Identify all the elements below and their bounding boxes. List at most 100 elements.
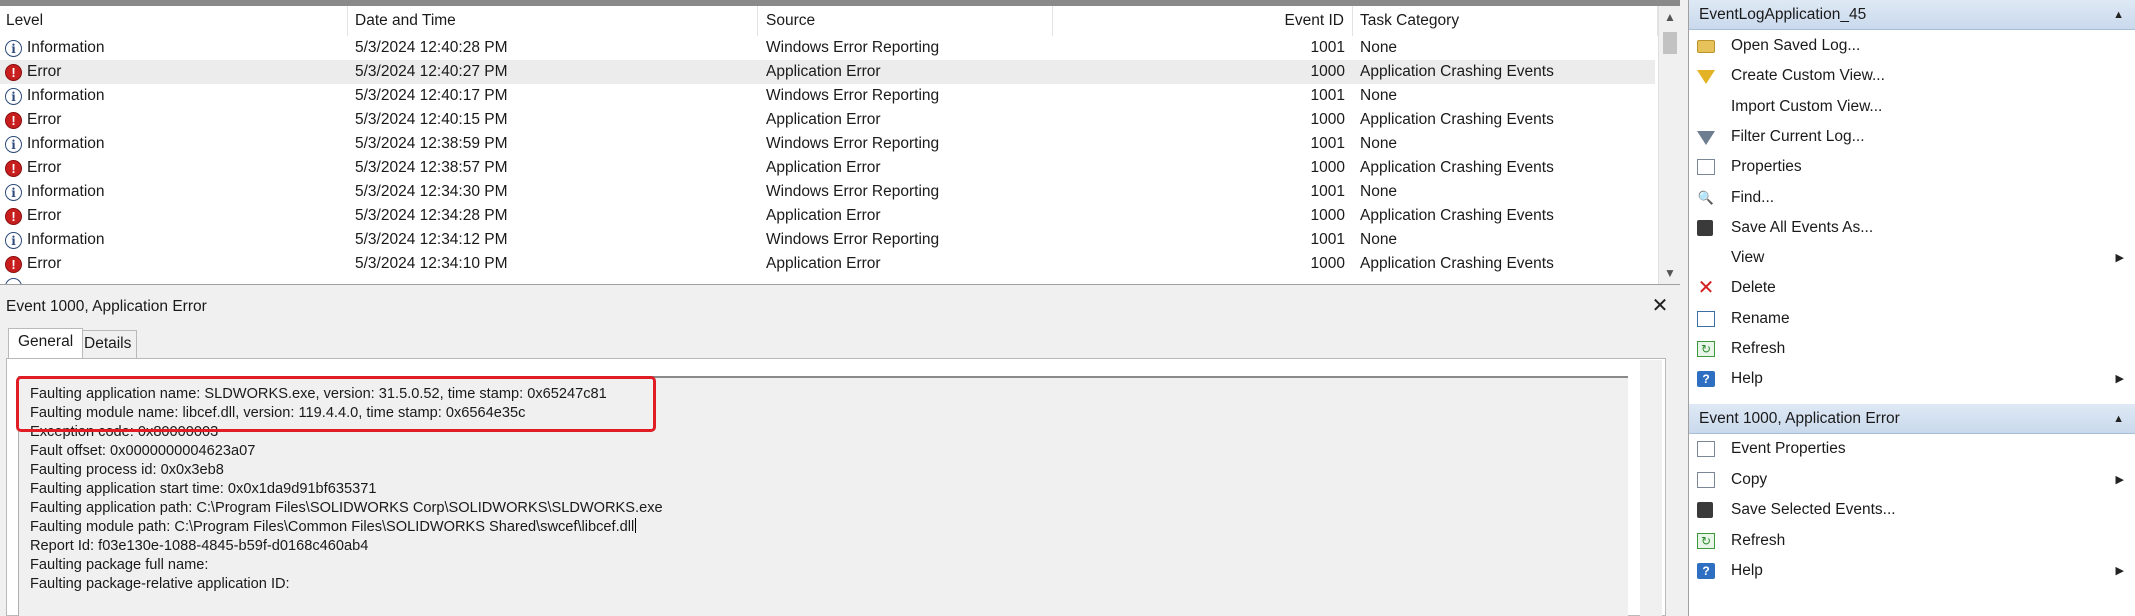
- action-rename[interactable]: Rename: [1689, 304, 2135, 334]
- scroll-up-icon[interactable]: ▲: [1659, 6, 1680, 28]
- tab-general[interactable]: General: [8, 328, 84, 358]
- table-row[interactable]: i Information 5/3/2024 12:34:30 PM Windows …: [0, 180, 1655, 204]
- highlight-box: [16, 376, 656, 432]
- scroll-thumb[interactable]: [1663, 32, 1677, 54]
- find-icon: 🔍: [1697, 189, 1715, 205]
- action-label: Help: [1731, 562, 1763, 579]
- description-line-text: Faulting module path: C:\Program Files\C…: [30, 519, 635, 535]
- refresh-icon: ↻: [1697, 341, 1715, 357]
- cell-source: Windows Error Reporting: [766, 183, 940, 200]
- action-label: Open Saved Log...: [1731, 37, 1861, 54]
- table-row[interactable]: i Information 5/3/2024 12:34:12 PM Windows …: [0, 228, 1655, 252]
- actions-section-log[interactable]: EventLogApplication_45 ▲: [1689, 0, 2135, 30]
- cell-date-time: 5/3/2024 12:40:28 PM: [355, 39, 508, 56]
- table-row[interactable]: ! Error 5/3/2024 12:40:27 PM Application Er…: [0, 60, 1655, 84]
- column-header-event-id[interactable]: Event ID: [1053, 6, 1353, 36]
- action-label: Rename: [1731, 309, 1790, 327]
- description-line: Report Id: f03e130e-1088-4845-b59f-d0168…: [30, 537, 663, 556]
- submenu-arrow-icon: ▶: [2115, 373, 2124, 386]
- cell-event-id: 1001: [1310, 135, 1345, 152]
- cell-date-time: 5/3/2024 12:38:59 PM: [355, 135, 508, 152]
- cell-date-time: 5/3/2024 12:40:17 PM: [355, 87, 508, 104]
- cell-level: Error: [27, 207, 62, 224]
- information-icon: i: [5, 40, 22, 57]
- event-list-scrollbar[interactable]: ▲ ▼: [1658, 6, 1680, 284]
- action-save-all-events-as[interactable]: Save All Events As...: [1689, 213, 2135, 243]
- action-label: Find...: [1731, 188, 1775, 206]
- cell-task-category: Application Crashing Events: [1360, 159, 1554, 176]
- table-row[interactable]: i Information 5/3/2024 12:38:59 PM Windows …: [0, 132, 1655, 156]
- table-row[interactable]: ! Error 5/3/2024 12:38:57 PM Application Er…: [0, 156, 1655, 180]
- refresh-icon: ↻: [1697, 532, 1715, 549]
- close-icon[interactable]: ✕: [1648, 294, 1672, 318]
- cell-date-time: 5/3/2024 12:40:27 PM: [355, 63, 508, 80]
- actions-section-event[interactable]: Event 1000, Application Error ▲: [1689, 404, 2135, 434]
- cell-level: Information: [27, 87, 105, 104]
- action-copy[interactable]: Copy ▶: [1689, 465, 2135, 495]
- action-label: Save Selected Events...: [1731, 501, 1896, 518]
- table-row[interactable]: i Information 5/3/2024 12:40:17 PM Windows …: [0, 84, 1655, 108]
- information-icon: i: [5, 232, 22, 249]
- section-title: Event 1000, Application Error: [1699, 410, 1900, 427]
- collapse-up-icon[interactable]: ▲: [2113, 404, 2124, 434]
- cell-event-id: 1000: [1310, 159, 1345, 176]
- action-import-custom-view[interactable]: Import Custom View...: [1689, 92, 2135, 122]
- help-icon: ?: [1697, 563, 1715, 579]
- help-icon: ?: [1697, 371, 1715, 388]
- cell-source: Windows Error Reporting: [766, 135, 940, 152]
- cell-task-category: None: [1360, 231, 1398, 248]
- column-header-date-time[interactable]: Date and Time: [348, 6, 758, 36]
- description-line-text: Faulting application start time: 0x0x1da…: [30, 481, 377, 497]
- action-filter-current-log[interactable]: Filter Current Log...: [1689, 122, 2135, 152]
- detail-title: Event 1000, Application Error: [6, 298, 207, 315]
- cell-task-category: None: [1360, 87, 1398, 104]
- cell-level: Error: [27, 159, 62, 176]
- action-properties[interactable]: Properties: [1689, 152, 2135, 182]
- error-icon: !: [5, 208, 22, 225]
- action-create-custom-view[interactable]: Create Custom View...: [1689, 61, 2135, 91]
- action-refresh[interactable]: ↻ Refresh: [1689, 334, 2135, 364]
- description-line-text: Faulting package full name:: [30, 557, 209, 573]
- cell-level: Error: [27, 255, 62, 272]
- cell-event-id: 1000: [1310, 255, 1345, 272]
- column-header-task-category[interactable]: Task Category: [1353, 6, 1658, 36]
- cell-date-time: 5/3/2024 12:34:30 PM: [355, 183, 508, 200]
- collapse-up-icon[interactable]: ▲: [2113, 0, 2124, 30]
- action-save-selected-events[interactable]: Save Selected Events...: [1689, 495, 2135, 525]
- description-line: Faulting application path: C:\Program Fi…: [30, 499, 663, 518]
- cell-task-category: Application Crashing Events: [1360, 111, 1554, 128]
- cell-date-time: 5/3/2024 12:40:15 PM: [355, 111, 508, 128]
- cell-event-id: 1001: [1310, 231, 1345, 248]
- action-label: Delete: [1731, 279, 1776, 297]
- event-list: Level Date and Time Source Event ID Task…: [0, 0, 1680, 285]
- table-row[interactable]: ! Error 5/3/2024 12:34:10 PM Application Er…: [0, 252, 1655, 276]
- cell-source: Application Error: [766, 111, 881, 128]
- detail-scrollbar[interactable]: [1640, 360, 1662, 616]
- cell-source: Application Error: [766, 159, 881, 176]
- tab-details[interactable]: Details: [78, 330, 138, 358]
- cell-event-id: 1001: [1310, 39, 1345, 56]
- error-icon: !: [5, 160, 22, 177]
- action-open-saved-log[interactable]: Open Saved Log...: [1689, 31, 2135, 61]
- column-header-source[interactable]: Source: [758, 6, 1053, 36]
- table-row[interactable]: ! Error 5/3/2024 12:34:28 PM Application Er…: [0, 204, 1655, 228]
- folder-icon: [1697, 40, 1715, 53]
- table-row[interactable]: ! Error 5/3/2024 12:40:15 PM Application Er…: [0, 108, 1655, 132]
- scroll-down-icon[interactable]: ▼: [1659, 262, 1680, 284]
- action-event-properties[interactable]: Event Properties: [1689, 434, 2135, 464]
- cell-level: Information: [27, 135, 105, 152]
- cell-source: Windows Error Reporting: [766, 39, 940, 56]
- column-header-level[interactable]: Level: [0, 6, 348, 36]
- action-refresh[interactable]: ↻ Refresh: [1689, 526, 2135, 556]
- action-label: View: [1731, 249, 1765, 267]
- action-delete[interactable]: ✕ Delete: [1689, 273, 2135, 303]
- action-find[interactable]: 🔍 Find...: [1689, 183, 2135, 213]
- table-row[interactable]: i Information 5/3/2024 12:40:28 PM Windows …: [0, 36, 1655, 60]
- action-help[interactable]: ? Help ▶: [1689, 364, 2135, 394]
- event-rows: i Information 5/3/2024 12:40:28 PM Windows …: [0, 36, 1655, 276]
- action-view[interactable]: View ▶: [1689, 243, 2135, 273]
- action-help[interactable]: ? Help ▶: [1689, 556, 2135, 586]
- cell-level: Information: [27, 231, 105, 248]
- partial-row: [0, 276, 1655, 284]
- cell-event-id: 1001: [1310, 183, 1345, 200]
